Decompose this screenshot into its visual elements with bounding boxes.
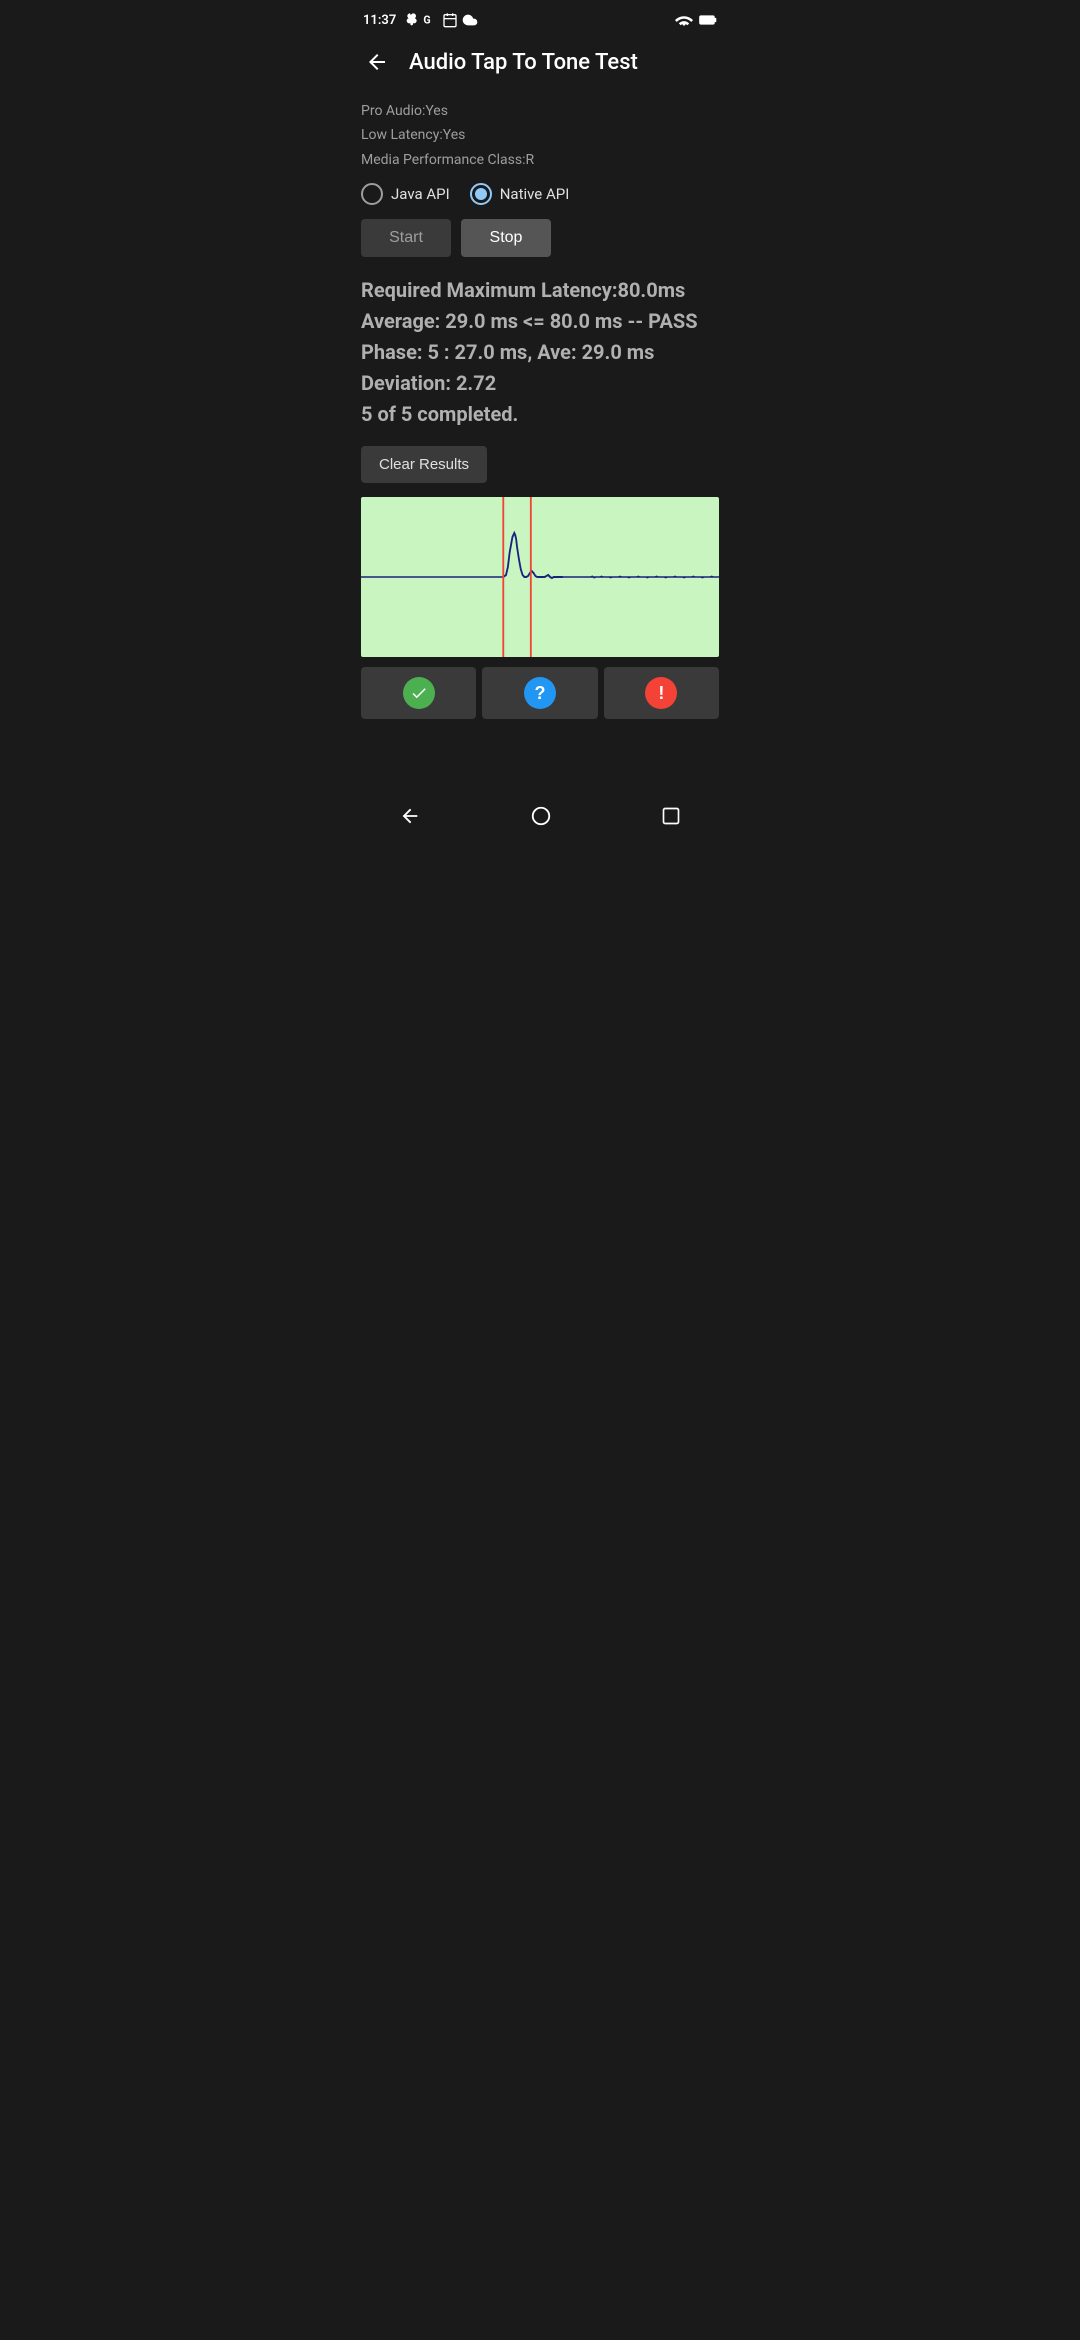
native-api-label: Native API [500, 185, 570, 203]
time-display: 11:37 [363, 13, 396, 28]
results-line1: Required Maximum Latency:80.0ms [361, 275, 719, 306]
fan-icon [402, 12, 418, 28]
warning-icon: ! [645, 677, 677, 709]
question-icon: ? [524, 677, 556, 709]
back-button[interactable] [361, 46, 393, 78]
stop-button[interactable]: Stop [461, 219, 551, 257]
java-api-radio-outer [361, 183, 383, 205]
native-api-radio-outer [470, 183, 492, 205]
media-performance-info: Media Performance Class:R [361, 149, 719, 171]
status-bar: 11:37 G [345, 0, 735, 36]
checkmark-icon [410, 684, 428, 702]
back-nav-icon [399, 805, 421, 827]
start-button[interactable]: Start [361, 219, 451, 257]
recents-nav-button[interactable] [653, 798, 689, 834]
spacer [345, 771, 735, 792]
low-latency-info: Low Latency:Yes [361, 124, 719, 146]
results-line3: Phase: 5 : 27.0 ms, Ave: 29.0 ms [361, 337, 719, 368]
cloud-icon [462, 12, 478, 28]
action-buttons-row: ? ! [361, 667, 719, 719]
native-api-radio-inner [475, 188, 487, 200]
results-line4: Deviation: 2.72 [361, 368, 719, 399]
pro-audio-info: Pro Audio:Yes [361, 100, 719, 122]
results-line5: 5 of 5 completed. [361, 399, 719, 430]
native-api-radio[interactable]: Native API [470, 183, 570, 205]
page-title: Audio Tap To Tone Test [409, 50, 638, 75]
back-nav-button[interactable] [391, 797, 429, 835]
pass-button[interactable] [361, 667, 476, 719]
wifi-icon [675, 13, 693, 27]
svg-text:G: G [424, 13, 431, 26]
pass-icon [403, 677, 435, 709]
waveform-svg [361, 497, 719, 657]
clear-results-button[interactable]: Clear Results [361, 446, 487, 483]
notification-icons: G [402, 12, 478, 28]
warning-button[interactable]: ! [604, 667, 719, 719]
device-info: Pro Audio:Yes Low Latency:Yes Media Perf… [361, 100, 719, 171]
question-mark: ? [534, 683, 545, 704]
content-area: Pro Audio:Yes Low Latency:Yes Media Perf… [345, 92, 735, 771]
waveform-display [361, 497, 719, 657]
control-buttons: Start Stop [361, 219, 719, 257]
recents-nav-icon [661, 806, 681, 826]
exclamation-mark: ! [658, 683, 664, 704]
java-api-label: Java API [391, 185, 450, 203]
back-arrow-icon [365, 50, 389, 74]
app-bar: Audio Tap To Tone Test [345, 36, 735, 92]
home-nav-button[interactable] [522, 797, 560, 835]
results-line2: Average: 29.0 ms <= 80.0 ms -- PASS [361, 306, 719, 337]
home-nav-icon [530, 805, 552, 827]
results-display: Required Maximum Latency:80.0ms Average:… [361, 275, 719, 430]
status-indicators [675, 13, 717, 27]
api-selector: Java API Native API [361, 183, 719, 205]
google-icon: G [422, 12, 438, 28]
navigation-bar [345, 792, 735, 844]
question-button[interactable]: ? [482, 667, 597, 719]
java-api-radio[interactable]: Java API [361, 183, 450, 205]
calendar-icon [442, 12, 458, 28]
battery-icon [699, 13, 717, 27]
